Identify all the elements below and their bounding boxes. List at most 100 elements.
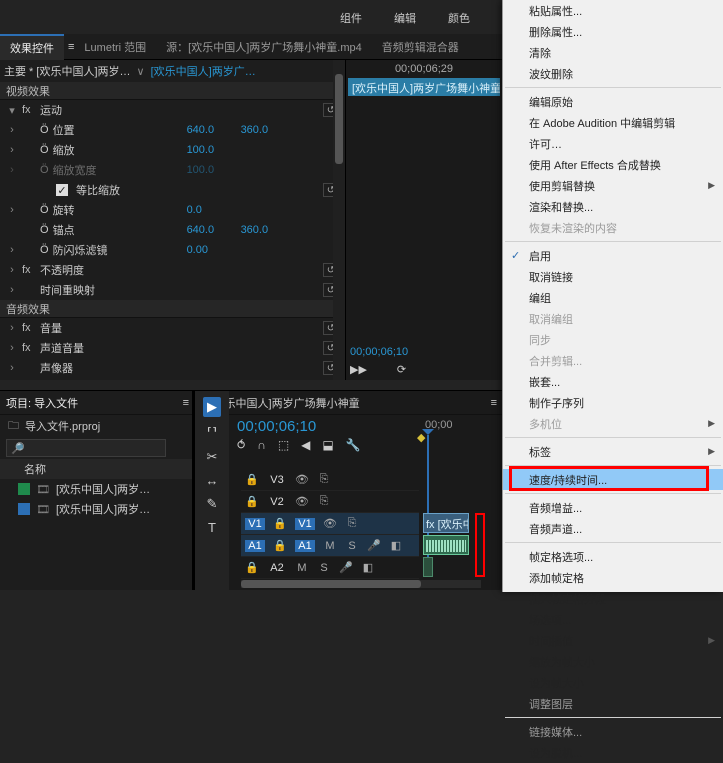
tool-button[interactable]: T — [208, 520, 216, 535]
track-opt-icon[interactable]: ◧ — [389, 539, 403, 552]
tab-color[interactable]: 颜色 — [448, 10, 470, 26]
lock-icon[interactable]: 🔒 — [273, 539, 287, 552]
twirl-icon[interactable]: › — [6, 144, 18, 156]
project-search-input[interactable]: 🔎 — [6, 439, 166, 457]
menu-item[interactable]: 清除 — [503, 42, 723, 63]
timeline-option-icon[interactable]: 🔧 — [346, 438, 361, 452]
menu-item[interactable]: 添加帧定格 — [503, 567, 723, 588]
track-opt-icon[interactable]: ◧ — [361, 561, 375, 574]
solo-icon[interactable]: S — [317, 562, 331, 574]
lock-icon[interactable]: 🔒 — [245, 473, 259, 486]
sync-lock-icon[interactable]: ⎘ — [317, 473, 331, 486]
tool-button[interactable]: ✂ — [207, 449, 218, 465]
bin-icon[interactable]: 🗀 — [8, 417, 19, 436]
toggle-output-icon[interactable]: 👁 — [323, 517, 337, 530]
menu-item[interactable]: 设为脱机... — [503, 742, 723, 763]
audio-effects-header[interactable]: 音频效果 — [0, 300, 345, 318]
menu-item[interactable]: 场选项... — [503, 609, 723, 630]
timeline-menu-icon[interactable]: ≡ — [491, 397, 497, 409]
stopwatch-icon[interactable]: Ö — [40, 244, 49, 256]
active-clip-link[interactable]: [欢乐中国人]两岁广… — [151, 63, 256, 79]
param-value[interactable]: 0.00 — [187, 244, 237, 256]
menu-item[interactable]: 粘贴属性... — [503, 0, 723, 21]
menu-item[interactable]: 取消链接 — [503, 266, 723, 287]
tab-edit[interactable]: 编辑 — [394, 10, 416, 26]
track-header[interactable]: 🔒A2MS🎤◧ — [241, 557, 419, 579]
twirl-icon[interactable]: › — [6, 362, 18, 374]
param-value[interactable]: 100.0 — [187, 164, 237, 176]
menu-item[interactable]: 嵌套... — [503, 371, 723, 392]
video-clip[interactable]: fx [欢乐中 — [423, 513, 469, 533]
stopwatch-icon[interactable]: Ö — [40, 124, 49, 136]
stopwatch-icon[interactable]: Ö — [40, 204, 49, 216]
menu-item[interactable]: 波纹删除 — [503, 63, 723, 84]
menu-item[interactable]: 启用 — [503, 245, 723, 266]
menu-item[interactable]: 标签▶ — [503, 441, 723, 462]
project-item[interactable]: 🎞[欢乐中国人]两岁… — [0, 499, 195, 519]
effect-row[interactable]: ›声像器↺ — [0, 358, 345, 378]
effect-row[interactable]: ›Ö缩放宽度100.0 — [0, 160, 345, 180]
menu-item[interactable]: 在 Adobe Audition 中编辑剪辑 — [503, 112, 723, 133]
menu-item[interactable]: 使用剪辑替换▶ — [503, 175, 723, 196]
effect-row[interactable]: ›fx不透明度↺ — [0, 260, 345, 280]
voice-icon[interactable]: 🎤 — [367, 539, 381, 552]
menu-item[interactable]: 音频声道... — [503, 518, 723, 539]
toggle-output-icon[interactable]: M — [323, 540, 337, 552]
checkbox-icon[interactable]: ✓ — [56, 184, 68, 196]
twirl-icon[interactable]: › — [6, 204, 18, 216]
effect-row[interactable]: Ö锚点640.0360.0 — [0, 220, 345, 240]
timeline-option-icon[interactable]: ⥀ — [237, 438, 245, 452]
track-label[interactable]: V2 — [267, 496, 287, 508]
fx-badge[interactable]: fx — [22, 264, 36, 276]
preview-clip-bar[interactable]: [欢乐中国人]两岁广场舞小神童.mp4 — [348, 78, 500, 96]
effect-row[interactable]: ▾fx运动↺ — [0, 100, 345, 120]
toggle-output-icon[interactable]: 👁 — [295, 473, 309, 486]
twirl-icon[interactable]: › — [6, 124, 18, 136]
twirl-icon[interactable]: ▾ — [6, 104, 18, 117]
fx-badge[interactable]: fx — [22, 342, 36, 354]
twirl-icon[interactable]: › — [6, 164, 18, 176]
track-label[interactable]: A1 — [295, 540, 315, 552]
toggle-output-icon[interactable]: M — [295, 562, 309, 574]
label-color-swatch[interactable] — [18, 483, 30, 495]
twirl-icon[interactable]: › — [6, 264, 18, 276]
track-label[interactable]: V3 — [267, 474, 287, 486]
tool-button[interactable]: ⸢⸣ — [207, 425, 217, 441]
column-name[interactable]: 名称 — [0, 459, 195, 479]
voice-icon[interactable]: 🎤 — [339, 561, 353, 574]
stopwatch-icon[interactable]: Ö — [40, 144, 49, 156]
timeline-option-icon[interactable]: ⬚ — [278, 438, 289, 452]
stopwatch-icon[interactable]: Ö — [40, 164, 49, 176]
track-header[interactable]: V1🔒V1👁⎘ — [241, 513, 419, 535]
tool-button[interactable]: ✎ — [207, 496, 218, 512]
twirl-icon[interactable]: › — [6, 322, 18, 334]
current-timecode[interactable]: 00;00;06;10 — [350, 346, 408, 358]
menu-item[interactable]: 时间插值▶ — [503, 630, 723, 651]
menu-item[interactable]: 音频增益... — [503, 497, 723, 518]
toggle-output-icon[interactable]: 👁 — [295, 495, 309, 508]
lock-icon[interactable]: 🔒 — [245, 561, 259, 574]
audio-clip-2[interactable] — [423, 557, 433, 577]
sync-lock-icon[interactable]: ⎘ — [317, 495, 331, 508]
tab-source[interactable]: 源：[欢乐中国人]两岁广场舞小神童.mp4 — [156, 35, 372, 59]
effect-row[interactable]: ›Ö旋转0.0 — [0, 200, 345, 220]
menu-item[interactable]: 许可… — [503, 133, 723, 154]
menu-item[interactable]: 设为帧大小 — [503, 672, 723, 693]
sync-lock-icon[interactable]: ⎘ — [345, 517, 359, 530]
tab-lumetri[interactable]: Lumetri 范围 — [74, 35, 156, 59]
effect-row[interactable]: ✓等比缩放↺ — [0, 180, 345, 200]
effect-row[interactable]: ›时间重映射↺ — [0, 280, 345, 300]
menu-item[interactable]: 插入帧定格分段 — [503, 588, 723, 609]
track-label[interactable]: V1 — [295, 518, 315, 530]
tool-button[interactable]: ▶ — [203, 397, 221, 417]
label-color-swatch[interactable] — [18, 503, 30, 515]
fx-badge[interactable]: fx — [22, 322, 36, 334]
twirl-icon[interactable]: › — [6, 284, 18, 296]
twirl-icon[interactable]: › — [6, 342, 18, 354]
param-value[interactable]: 640.0 — [187, 124, 237, 136]
tab-assembly[interactable]: 组件 — [340, 10, 362, 26]
ec-scrollbar[interactable] — [333, 60, 345, 380]
param-value[interactable]: 360.0 — [241, 124, 291, 136]
menu-item[interactable]: 制作子序列 — [503, 392, 723, 413]
track-header[interactable]: 🔒V2👁⎘ — [241, 491, 419, 513]
